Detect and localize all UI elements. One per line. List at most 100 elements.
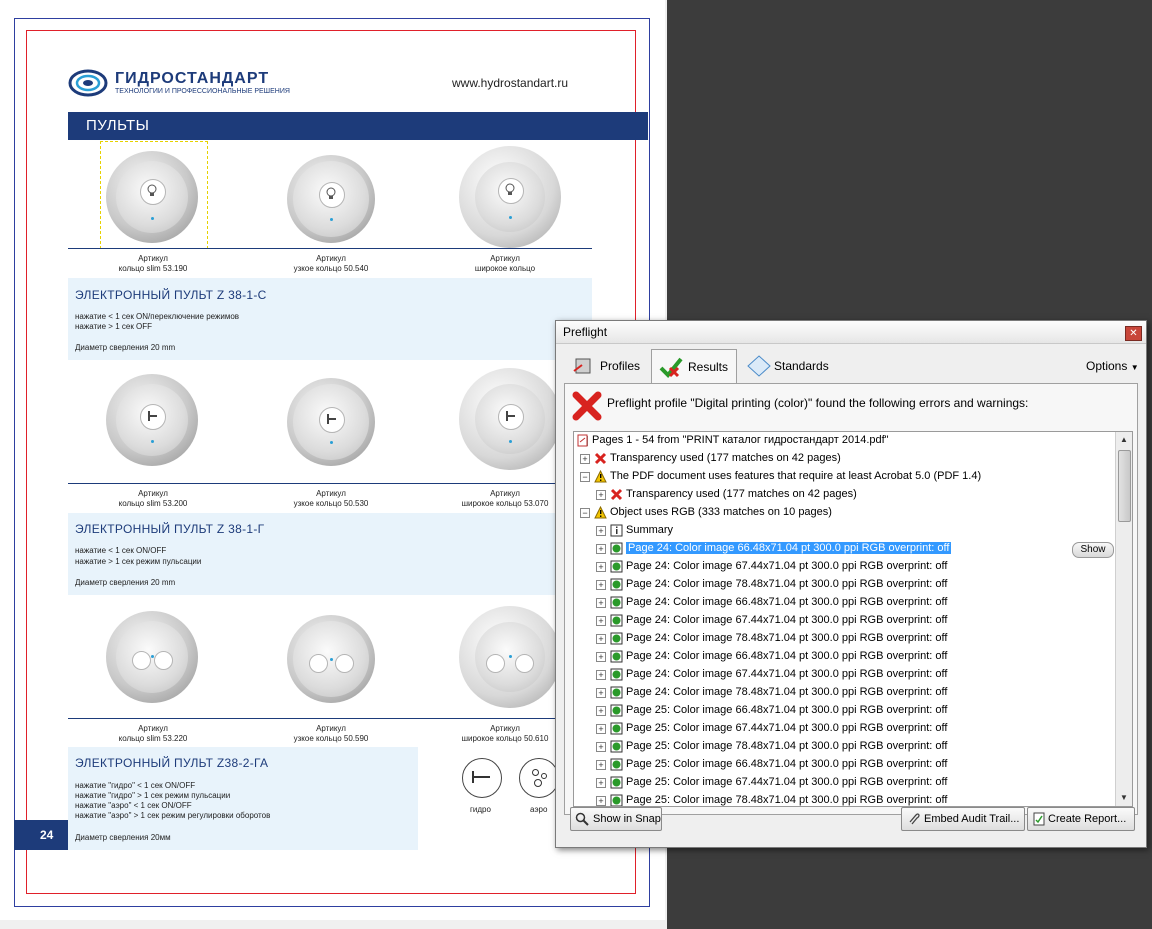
create-report-button[interactable]: Create Report... xyxy=(1027,807,1135,831)
expand-icon[interactable]: + xyxy=(596,724,606,734)
brand-name: ГИДРОСТАНДАРТ xyxy=(115,70,270,87)
info-block-1: ЭЛЕКТРОННЫЙ ПУЛЬТ Z 38-1-С нажатие < 1 с… xyxy=(68,278,592,360)
image-icon xyxy=(610,578,623,591)
expand-icon[interactable]: + xyxy=(596,616,606,626)
tree-label: Page 24: Color image 78.48x71.04 pt 300.… xyxy=(626,578,948,590)
tree-result-item[interactable]: + Page 25: Color image 66.48x71.04 pt 300… xyxy=(574,702,1114,720)
scroll-thumb[interactable] xyxy=(1118,450,1131,522)
caption: Артикул кольцо slim 53.220 xyxy=(118,724,188,743)
image-icon xyxy=(610,776,623,789)
tree-result-item[interactable]: + Page 24: Color image 67.44x71.04 pt 300… xyxy=(574,558,1114,576)
tab-standards[interactable]: Standards xyxy=(741,349,841,383)
expand-icon[interactable]: + xyxy=(596,742,606,752)
tree-root[interactable]: − Pages 1 - 54 from "PRINT каталог гидро… xyxy=(574,432,1114,450)
expand-icon[interactable]: + xyxy=(596,688,606,698)
show-in-snap-button[interactable]: Show in Snap xyxy=(570,807,662,831)
tree-result-item[interactable]: + Page 25: Color image 78.48x71.04 pt 300… xyxy=(574,738,1114,756)
page-number-badge: 24 xyxy=(14,820,68,850)
caption: Артикул кольцо slim 53.200 xyxy=(118,489,188,508)
tree-label: Page 24: Color image 67.44x71.04 pt 300.… xyxy=(626,560,948,572)
options-menu[interactable]: Options ▼ xyxy=(1086,359,1139,373)
knob-wide-double xyxy=(459,606,561,708)
expand-icon[interactable]: + xyxy=(596,580,606,590)
tree-result-item[interactable]: + Page 24: Color image 66.48x71.04 pt 300… xyxy=(574,540,1114,558)
tree-result-item[interactable]: + Page 25: Color image 78.48x71.04 pt 300… xyxy=(574,792,1114,806)
image-icon xyxy=(610,794,623,806)
info-block-2: ЭЛЕКТРОННЫЙ ПУЛЬТ Z 38-1-Г нажатие < 1 с… xyxy=(68,513,592,595)
expand-icon[interactable]: + xyxy=(596,634,606,644)
caption: Артикул широкое кольцо xyxy=(474,254,536,273)
results-tree[interactable]: − Pages 1 - 54 from "PRINT каталог гидро… xyxy=(573,431,1133,807)
expand-icon[interactable]: + xyxy=(596,706,606,716)
image-icon xyxy=(610,596,623,609)
results-panel: Preflight profile "Digital printing (col… xyxy=(564,383,1138,815)
knob-narrow-single xyxy=(287,378,375,466)
collapse-icon[interactable]: − xyxy=(580,472,590,482)
row-divider xyxy=(68,718,592,719)
tree-result-item[interactable]: + Page 24: Color image 78.48x71.04 pt 300… xyxy=(574,684,1114,702)
tree-result-item[interactable]: + Page 24: Color image 66.48x71.04 pt 300… xyxy=(574,594,1114,612)
dialog-titlebar[interactable]: Preflight ✕ xyxy=(556,321,1146,344)
tree-result-item[interactable]: + Page 25: Color image 67.44x71.04 pt 300… xyxy=(574,774,1114,792)
pdf-file-icon xyxy=(577,434,588,447)
magnifier-icon xyxy=(575,812,589,826)
block-title: ЭЛЕКТРОННЫЙ ПУЛЬТ Z 38-1-Г xyxy=(75,522,265,536)
tab-profiles[interactable]: Profiles xyxy=(568,349,648,383)
tree-result-item[interactable]: + Page 24: Color image 67.44x71.04 pt 300… xyxy=(574,666,1114,684)
scroll-down-icon[interactable]: ▼ xyxy=(1116,790,1132,806)
expand-icon[interactable]: + xyxy=(596,670,606,680)
tree-label: Page 24: Color image 66.48x71.04 pt 300.… xyxy=(626,650,948,662)
knob-wide-single xyxy=(459,368,561,470)
warning-icon xyxy=(594,470,607,483)
image-icon xyxy=(610,542,623,555)
aero-icon xyxy=(519,758,559,798)
tree-scrollbar[interactable]: ▲ ▼ xyxy=(1115,432,1132,806)
aero-label: аэро xyxy=(530,805,548,814)
tab-results[interactable]: Results xyxy=(651,349,737,384)
tree-result-item[interactable]: + Page 24: Color image 66.48x71.04 pt 300… xyxy=(574,648,1114,666)
tab-label: Standards xyxy=(774,359,829,373)
info-block-3: ЭЛЕКТРОННЫЙ ПУЛЬТ Z38-2-ГА нажатие "гидр… xyxy=(68,747,418,850)
expand-icon[interactable]: + xyxy=(596,796,606,806)
expand-icon[interactable]: + xyxy=(596,490,606,500)
tree-item-summary[interactable]: + Summary xyxy=(574,522,1114,540)
block-text: Диаметр сверления 20 mm xyxy=(75,578,176,587)
tab-label: Profiles xyxy=(600,359,641,373)
block-text: нажатие "гидро" > 1 сек режим пульсации xyxy=(75,791,231,800)
expand-icon[interactable]: + xyxy=(580,454,590,464)
row-divider xyxy=(68,483,592,484)
expand-icon[interactable]: + xyxy=(596,652,606,662)
tree-label: The PDF document uses features that requ… xyxy=(610,470,982,482)
tree-label: Page 25: Color image 78.48x71.04 pt 300.… xyxy=(626,794,948,806)
tree-item-acrobat[interactable]: − The PDF document uses features that re… xyxy=(574,468,1114,486)
show-button[interactable]: Show xyxy=(1072,542,1114,558)
knob-slim-light xyxy=(106,151,198,243)
expand-icon[interactable]: + xyxy=(596,562,606,572)
tree-result-item[interactable]: + Page 24: Color image 78.48x71.04 pt 300… xyxy=(574,630,1114,648)
expand-icon[interactable]: + xyxy=(596,778,606,788)
tree-label: Page 25: Color image 67.44x71.04 pt 300.… xyxy=(626,776,948,788)
tree-result-item[interactable]: + Page 24: Color image 67.44x71.04 pt 300… xyxy=(574,612,1114,630)
tree-label: Page 24: Color image 66.48x71.04 pt 300.… xyxy=(626,542,952,554)
tree-result-item[interactable]: + Page 25: Color image 66.48x71.04 pt 300… xyxy=(574,756,1114,774)
image-icon xyxy=(610,722,623,735)
expand-icon[interactable]: + xyxy=(596,544,606,554)
close-button[interactable]: ✕ xyxy=(1125,326,1142,341)
image-icon xyxy=(610,632,623,645)
scroll-up-icon[interactable]: ▲ xyxy=(1116,432,1132,448)
tree-item-rgb[interactable]: − Object uses RGB (333 matches on 10 pag… xyxy=(574,504,1114,522)
tree-item-transparency[interactable]: + Transparency used (177 matches on 42 p… xyxy=(574,450,1114,468)
tree-label: Page 25: Color image 66.48x71.04 pt 300.… xyxy=(626,758,948,770)
collapse-icon[interactable]: − xyxy=(580,508,590,518)
block-text: нажатие > 1 сек OFF xyxy=(75,322,153,331)
expand-icon[interactable]: + xyxy=(596,760,606,770)
embed-audit-trail-button[interactable]: Embed Audit Trail... xyxy=(901,807,1025,831)
expand-icon[interactable]: + xyxy=(596,526,606,536)
expand-icon[interactable]: + xyxy=(596,598,606,608)
tree-label: Object uses RGB (333 matches on 10 pages… xyxy=(610,506,832,518)
brand-logo-icon xyxy=(68,69,108,97)
tree-item-transparency-nested[interactable]: + Transparency used (177 matches on 42 p… xyxy=(574,486,1114,504)
tree-result-item[interactable]: + Page 25: Color image 67.44x71.04 pt 300… xyxy=(574,720,1114,738)
tree-result-item[interactable]: + Page 24: Color image 78.48x71.04 pt 300… xyxy=(574,576,1114,594)
block-title: ЭЛЕКТРОННЫЙ ПУЛЬТ Z 38-1-С xyxy=(75,288,267,302)
